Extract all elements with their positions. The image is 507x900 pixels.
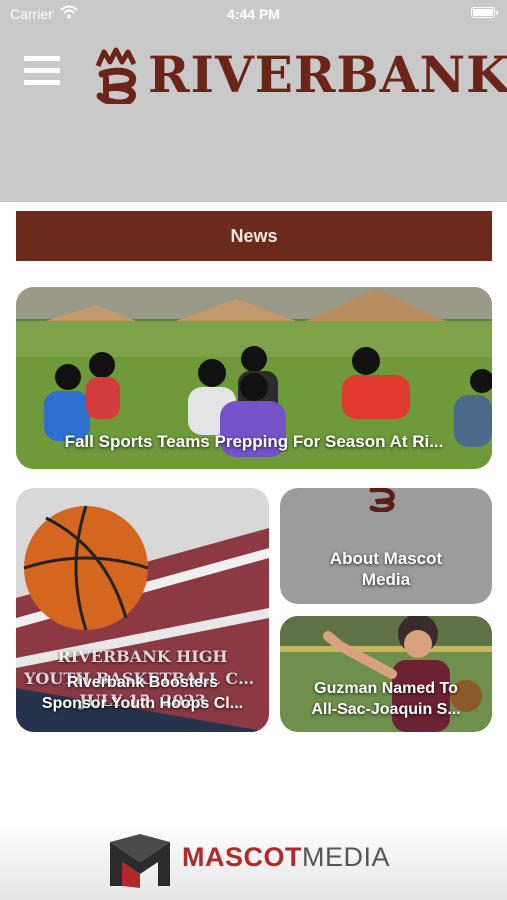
card-title: Guzman Named To All-Sac-Joaquin S... [311,680,461,718]
mascot-media-wordmark: MASCOTMEDIA [182,842,390,873]
news-card-youth-hoops[interactable]: RIVERBANK HIGH YOUTH BASKETBALL CLINIC J… [16,488,269,732]
battery-icon [471,7,498,18]
news-section-button[interactable]: News [16,211,492,261]
mascot-media-footer: MASCOTMEDIA [0,822,507,900]
clock: 4:44 PM [227,6,280,22]
brand-wordmark: RIVERBANK [148,45,507,104]
app-header: RIVERBANK [0,0,507,202]
battery-level [473,9,493,16]
hamburger-menu-icon[interactable] [24,56,62,86]
about-mascot-media-card[interactable]: About Mascot Media [280,488,492,604]
mascot-media-logo-icon [110,834,170,888]
card-title: Riverbank Boosters Sponsor Youth Hoops C… [41,674,244,712]
news-card-guzman[interactable]: Guzman Named To All-Sac-Joaquin S... [280,616,492,732]
status-bar: Carrier 4:44 PM [0,0,507,28]
card-title: About Mascot Media [329,549,443,589]
riverbank-emblem-icon [95,47,137,104]
riverbank-emblem-icon [369,488,395,512]
wordmark-part1: MASCOT [182,842,302,872]
news-card-fall-sports[interactable]: Fall Sports Teams Prepping For Season At… [16,287,492,469]
wordmark-part2: MEDIA [302,842,391,872]
card-title: Fall Sports Teams Prepping For Season At… [64,432,444,451]
